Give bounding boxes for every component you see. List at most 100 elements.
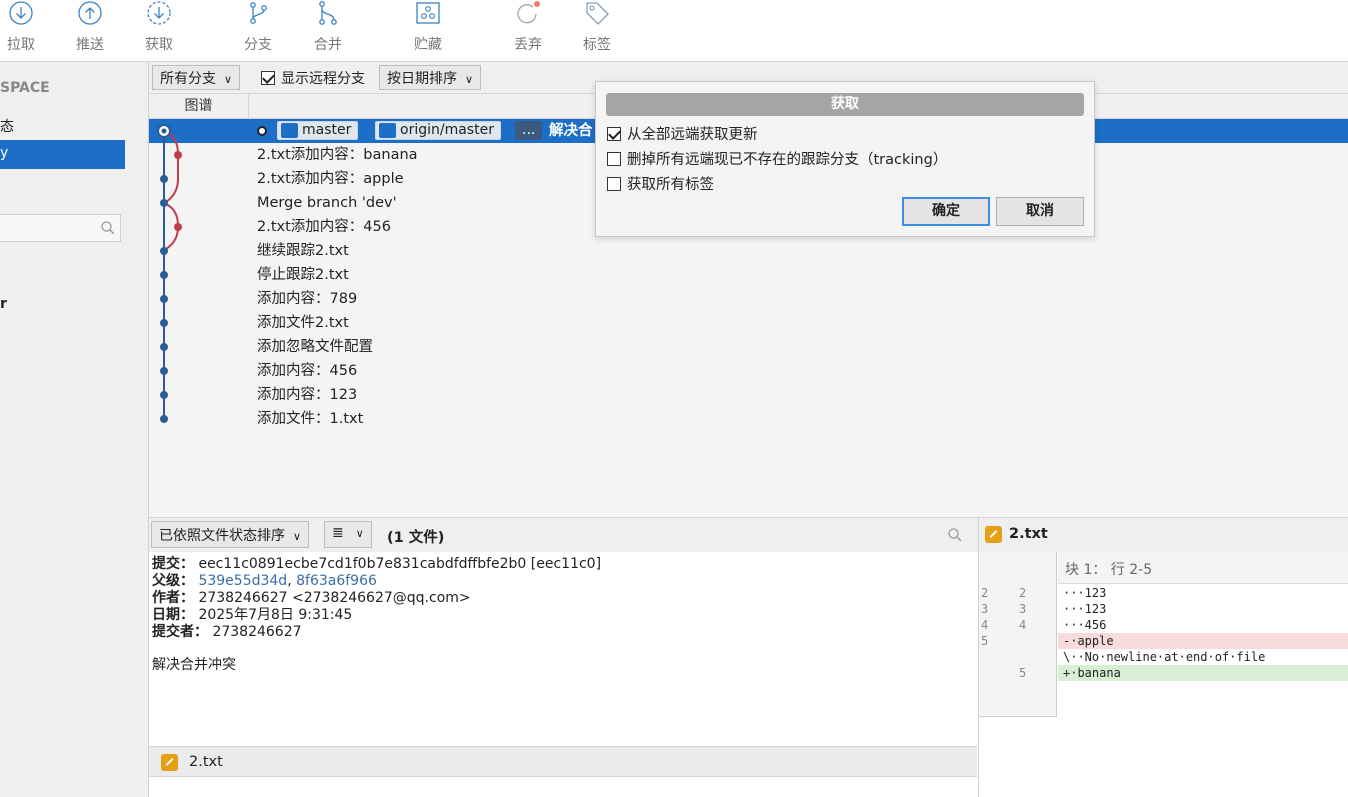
author-label: 作者： bbox=[152, 590, 194, 606]
sidebar: SPACE 态 y r bbox=[0, 62, 149, 797]
hunk-header: 块 1： 行 2-5 bbox=[1058, 552, 1348, 584]
stash-button[interactable]: 贮藏 bbox=[398, 0, 458, 60]
ok-button[interactable]: 确定 bbox=[902, 197, 990, 226]
commit-node bbox=[160, 271, 168, 279]
line-text: ···123 bbox=[1063, 602, 1107, 616]
diff-panel: 2.txt 块 1： 行 2-5 2 2 ···123 3 3 ···123 4 4 ···45… bbox=[978, 517, 1348, 797]
sidebar-item-status[interactable]: 态 bbox=[0, 116, 14, 136]
search-icon[interactable] bbox=[947, 527, 963, 543]
branch-filter-dropdown[interactable]: 所有分支 ∨ bbox=[152, 65, 241, 90]
pull-button[interactable]: 拉取 bbox=[0, 0, 51, 60]
checkbox-unchecked-icon bbox=[607, 152, 621, 166]
chevron-down-icon: ∨ bbox=[224, 73, 233, 86]
branch-icon bbox=[281, 123, 298, 138]
merge-icon bbox=[319, 1, 337, 25]
discard-icon bbox=[517, 1, 540, 24]
fetch-tags-label: 获取所有标签 bbox=[627, 177, 714, 193]
sidebar-search-input[interactable] bbox=[0, 214, 121, 242]
view-mode-dropdown[interactable]: ≣ ∨ bbox=[324, 521, 372, 548]
old-line-number: 5 bbox=[981, 634, 989, 648]
push-icon bbox=[78, 1, 102, 25]
file-toolbar: 已依照文件状态排序 ∨ ≣ ∨ (1 文件) bbox=[149, 518, 978, 552]
branch-filter-value: 所有分支 bbox=[160, 71, 216, 87]
author-value: 2738246627 <2738246627@qq.com> bbox=[198, 590, 471, 606]
commit-row[interactable]: 添加文件：1.txt bbox=[149, 407, 1348, 431]
fetch-all-remotes-checkbox[interactable]: 从全部远端获取更新 bbox=[607, 123, 758, 144]
sort-value: 按日期排序 bbox=[387, 71, 457, 87]
branch-tag[interactable]: master bbox=[277, 121, 359, 140]
fetch-tags-checkbox[interactable]: 获取所有标签 bbox=[607, 173, 714, 194]
commit-message: 添加内容：123 bbox=[257, 387, 358, 403]
tag-button[interactable]: 标签 bbox=[567, 0, 627, 60]
changed-file-row[interactable]: 2.txt bbox=[149, 746, 977, 777]
sidebar-item-branch[interactable]: r bbox=[0, 296, 7, 312]
line-text: -·apple bbox=[1058, 633, 1348, 649]
commit-node bbox=[160, 343, 168, 351]
commit-node bbox=[160, 247, 168, 255]
committer-value: 2738246627 bbox=[212, 624, 302, 640]
sort-dropdown[interactable]: 按日期排序 ∨ bbox=[379, 65, 482, 90]
diff-line: \··No·newline·at·end·of·file bbox=[979, 649, 1348, 665]
commit-row[interactable]: 添加内容：456 bbox=[149, 359, 1348, 383]
branch-button[interactable]: 分支 bbox=[228, 0, 288, 60]
commit-message: Merge branch 'dev' bbox=[257, 195, 397, 211]
list-icon: ≣ bbox=[332, 525, 344, 541]
commit-message: 2.txt添加内容：banana bbox=[257, 147, 418, 163]
commit-node bbox=[160, 199, 168, 207]
commit-node bbox=[160, 175, 168, 183]
prune-tracking-checkbox[interactable]: 删掉所有远端现已不存在的跟踪分支（tracking） bbox=[607, 148, 947, 169]
graph-column-header[interactable]: 图谱 bbox=[149, 94, 249, 118]
search-icon bbox=[101, 221, 115, 235]
commit-message: 解决合 bbox=[549, 123, 593, 139]
modified-file-icon bbox=[985, 526, 1002, 543]
branch-tag[interactable]: origin/master bbox=[375, 121, 501, 140]
push-button[interactable]: 推送 bbox=[60, 0, 120, 60]
old-line-number: 3 bbox=[981, 602, 989, 616]
old-line-number: 2 bbox=[981, 586, 989, 600]
line-text: +·banana bbox=[1058, 665, 1348, 681]
discard-button[interactable]: 丢弃 bbox=[498, 0, 558, 60]
commit-row[interactable]: 停止跟踪2.txt bbox=[149, 263, 1348, 287]
diff-header: 2.txt bbox=[979, 518, 1348, 552]
commit-details-panel: 已依照文件状态排序 ∨ ≣ ∨ (1 文件) 提交： eec11c0891ecbe7… bbox=[149, 517, 978, 797]
commit-message: 添加文件：1.txt bbox=[257, 411, 364, 427]
diff-line: 4 4 ···456 bbox=[979, 617, 1348, 633]
date-value: 2025年7月8日 9:31:45 bbox=[198, 607, 353, 623]
commit-row[interactable]: 添加忽略文件配置 bbox=[149, 335, 1348, 359]
commit-row[interactable]: 添加内容：789 bbox=[149, 287, 1348, 311]
fetch-button[interactable]: 获取 bbox=[129, 0, 189, 60]
file-sort-dropdown[interactable]: 已依照文件状态排序 ∨ bbox=[151, 521, 310, 548]
commit-node bbox=[174, 151, 182, 159]
changed-file-name: 2.txt bbox=[189, 754, 223, 770]
parent-link-1[interactable]: 539e55d34d bbox=[198, 573, 287, 589]
commit-message: 继续跟踪2.txt bbox=[257, 243, 349, 259]
chevron-down-icon: ∨ bbox=[465, 73, 474, 86]
commit-graph bbox=[157, 124, 182, 423]
parent-link-2[interactable]: 8f63a6f966 bbox=[296, 573, 377, 589]
commit-row[interactable]: 添加内容：123 bbox=[149, 383, 1348, 407]
diff-line: 5 +·banana bbox=[979, 665, 1348, 681]
commit-node bbox=[160, 415, 168, 423]
line-text: \··No·newline·at·end·of·file bbox=[1063, 650, 1266, 664]
committer-label: 提交者： bbox=[152, 624, 208, 640]
fetch-dialog: 获取 从全部远端获取更新 删掉所有远端现已不存在的跟踪分支（tracking） … bbox=[595, 81, 1095, 237]
cancel-button[interactable]: 取消 bbox=[996, 197, 1084, 226]
commit-row[interactable]: 继续跟踪2.txt bbox=[149, 239, 1348, 263]
file-sort-value: 已依照文件状态排序 bbox=[159, 528, 285, 544]
merge-button[interactable]: 合并 bbox=[298, 0, 358, 60]
more-tags-badge[interactable]: ... bbox=[515, 121, 543, 140]
new-line-number: 4 bbox=[1019, 618, 1027, 632]
commit-message: 2.txt添加内容：apple bbox=[257, 171, 404, 187]
commit-row[interactable]: 添加文件2.txt bbox=[149, 311, 1348, 335]
show-remote-checkbox[interactable]: 显示远程分支 bbox=[261, 68, 365, 88]
commit-message: 添加内容：789 bbox=[257, 291, 358, 307]
date-label: 日期： bbox=[152, 607, 194, 623]
pull-icon bbox=[9, 1, 33, 25]
prune-tracking-label: 删掉所有远端现已不存在的跟踪分支（tracking） bbox=[627, 152, 948, 168]
pull-label: 拉取 bbox=[7, 37, 35, 53]
checkbox-unchecked-icon bbox=[607, 177, 621, 191]
commit-node bbox=[160, 391, 168, 399]
checkbox-checked-icon bbox=[261, 71, 275, 85]
line-text: ···123 bbox=[1063, 586, 1107, 600]
sidebar-item-history[interactable]: y bbox=[0, 140, 125, 169]
